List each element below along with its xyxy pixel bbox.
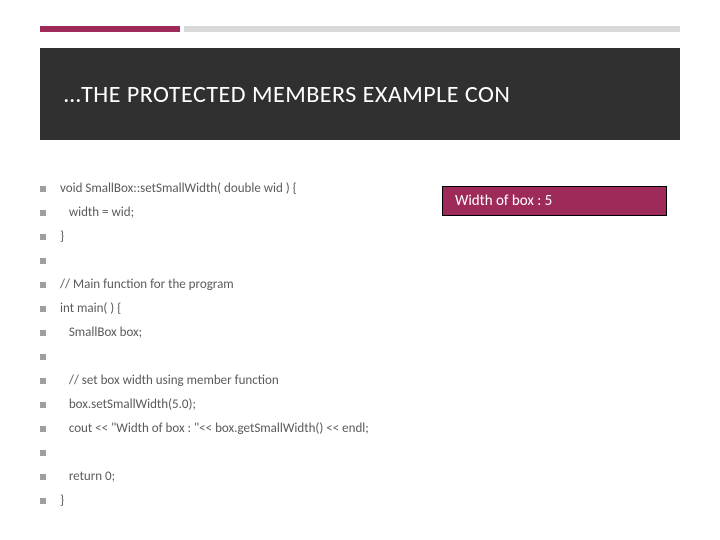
slide: …THE PROTECTED MEMBERS EXAMPLE CON void … [0,0,720,540]
list-item [40,252,430,270]
list-item: return 0; [40,468,430,486]
bullet-icon [40,474,46,480]
code-text: SmallBox box; [60,324,142,342]
list-item [40,348,430,366]
list-item: } [40,492,430,510]
top-rule [40,26,680,32]
code-text: // Main function for the program [60,276,234,294]
list-item: void SmallBox::setSmallWidth( double wid… [40,180,430,198]
list-item: SmallBox box; [40,324,430,342]
list-item: // set box width using member function [40,372,430,390]
output-box: Width of box : 5 [442,186,667,216]
bullet-icon [40,282,46,288]
list-item: box.setSmallWidth(5.0); [40,396,430,414]
code-text: width = wid; [60,204,134,222]
bullet-icon [40,186,46,192]
title-band: …THE PROTECTED MEMBERS EXAMPLE CON [40,48,680,140]
code-text: int main( ) { [60,300,121,318]
list-item: } [40,228,430,246]
code-text: } [60,492,64,510]
top-rule-accent [40,26,180,32]
bullet-icon [40,498,46,504]
bullet-icon [40,258,46,264]
list-item: cout << "Width of box : "<< box.getSmall… [40,420,430,438]
code-text: return 0; [60,468,115,486]
output-text: Width of box : 5 [455,192,552,210]
bullet-icon [40,426,46,432]
slide-title: …THE PROTECTED MEMBERS EXAMPLE CON [64,80,510,109]
code-text: cout << "Width of box : "<< box.getSmall… [60,420,369,438]
list-item: width = wid; [40,204,430,222]
list-item: int main( ) { [40,300,430,318]
code-text: } [60,228,64,246]
bullet-icon [40,450,46,456]
bullet-icon [40,378,46,384]
list-item [40,444,430,462]
bullet-icon [40,402,46,408]
bullet-icon [40,210,46,216]
bullet-icon [40,234,46,240]
code-text: void SmallBox::setSmallWidth( double wid… [60,180,297,198]
bullet-icon [40,330,46,336]
bullet-icon [40,306,46,312]
code-content: void SmallBox::setSmallWidth( double wid… [40,180,430,516]
bullet-icon [40,354,46,360]
code-text: box.setSmallWidth(5.0); [60,396,196,414]
list-item: // Main function for the program [40,276,430,294]
code-text: // set box width using member function [60,372,279,390]
top-rule-fill [184,26,680,32]
